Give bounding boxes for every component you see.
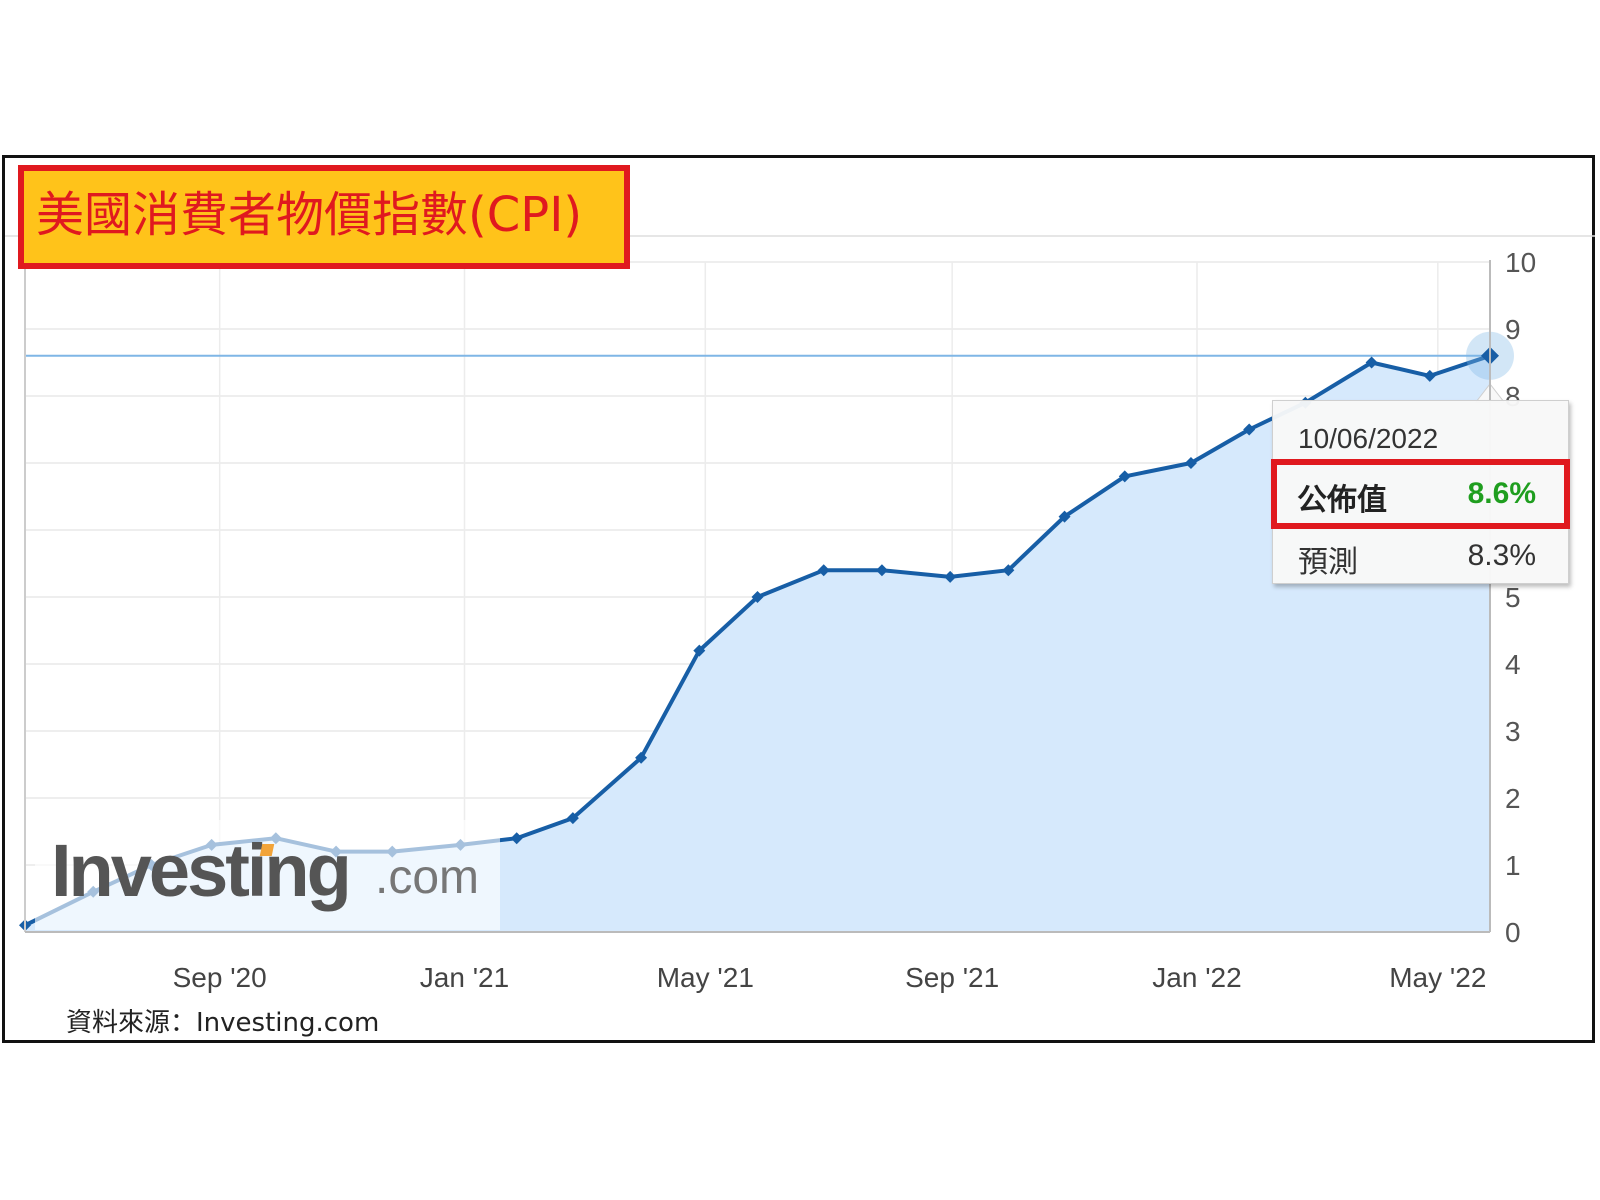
tooltip-date: 10/06/2022 — [1298, 423, 1439, 454]
tooltip-forecast-label: 預測 — [1298, 545, 1358, 580]
y-tick-label: 4 — [1505, 649, 1521, 680]
y-tick-label: 3 — [1505, 716, 1521, 747]
source-note: 資料來源：Investing.com — [66, 1008, 380, 1038]
y-tick-label: 9 — [1505, 314, 1521, 345]
x-tick-label: May '22 — [1389, 962, 1486, 993]
chart-title: 美國消費者物價指數(CPI) — [18, 165, 630, 269]
investing-logo-watermark: Investing .com — [35, 820, 500, 930]
x-tick-label: Sep '20 — [173, 962, 267, 993]
x-tick-label: Jan '22 — [1152, 962, 1241, 993]
y-tick-label: 1 — [1505, 850, 1521, 881]
tooltip-actual-value: 8.6% — [1467, 477, 1536, 510]
x-tick-label: Sep '21 — [905, 962, 999, 993]
x-tick-label: May '21 — [657, 962, 754, 993]
watermark-suffix: .com — [375, 851, 480, 904]
tooltip-actual-row: 公佈值 8.6% — [1271, 459, 1570, 529]
y-tick-label: 0 — [1505, 917, 1521, 948]
data-tooltip: 10/06/2022 公佈值 8.6% 預測 8.3% — [1271, 400, 1570, 584]
watermark-accent-mark — [259, 844, 275, 856]
x-tick-label: Jan '21 — [420, 962, 509, 993]
y-tick-label: 5 — [1505, 582, 1521, 613]
y-tick-label: 10 — [1505, 247, 1536, 278]
y-tick-label: 2 — [1505, 783, 1521, 814]
watermark-brand: Investing — [51, 829, 352, 912]
tooltip-actual-label: 公佈值 — [1297, 483, 1387, 518]
tooltip-forecast-value: 8.3% — [1467, 539, 1536, 572]
